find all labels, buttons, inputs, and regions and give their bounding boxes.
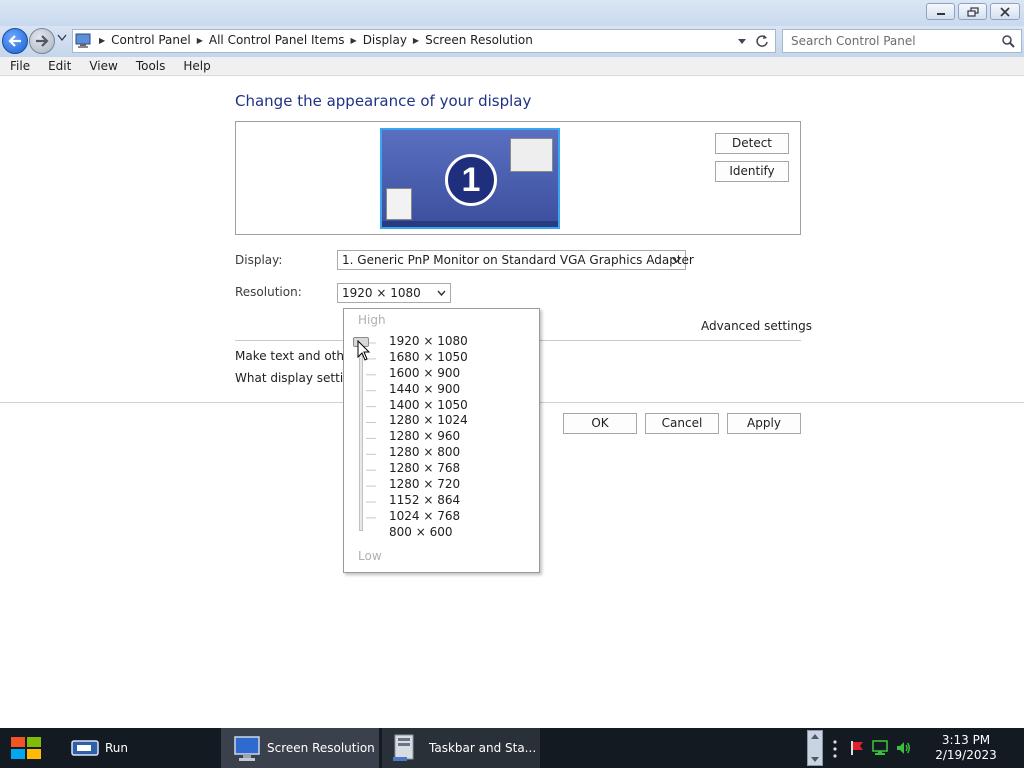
menu-tools[interactable]: Tools [126, 59, 174, 73]
breadcrumb-control-panel[interactable]: Control Panel [111, 33, 191, 47]
address-box[interactable]: ▶ Control Panel ▶ All Control Panel Item… [72, 29, 776, 53]
page-title: Change the appearance of your display [235, 92, 532, 110]
resolution-slider-track[interactable] [359, 341, 363, 531]
chevron-down-icon [437, 290, 446, 297]
clock-time: 3:13 PM [941, 733, 991, 747]
monitor-number: 1 [445, 154, 497, 206]
cancel-button[interactable]: Cancel [645, 413, 719, 434]
taskbar-item-label: Run [105, 741, 129, 755]
breadcrumb-all-items[interactable]: All Control Panel Items [209, 33, 345, 47]
slider-ticks [366, 342, 376, 519]
breadcrumb-separator-icon[interactable]: ▶ [351, 36, 357, 45]
breadcrumb-display[interactable]: Display [363, 33, 407, 47]
close-button[interactable] [990, 3, 1020, 20]
display-select-value: 1. Generic PnP Monitor on Standard VGA G… [342, 253, 694, 267]
taskbar-item-label: Taskbar and Sta... [429, 741, 537, 755]
clock-date: 2/19/2023 [935, 748, 997, 762]
minimize-icon [936, 12, 945, 15]
control-panel-icon [75, 33, 91, 48]
close-icon [1000, 6, 1010, 17]
scroll-arrows-icon [811, 734, 819, 762]
address-dropdown-icon[interactable] [737, 38, 747, 46]
menu-bar: File Edit View Tools Help [0, 57, 1024, 76]
action-center-flag-icon[interactable] [849, 740, 865, 756]
refresh-icon[interactable] [755, 34, 769, 48]
monitor-taskbar-strip [382, 221, 558, 227]
resolution-option[interactable]: 1152 × 864 [389, 493, 468, 509]
resolution-select[interactable]: 1920 × 1080 [337, 283, 451, 303]
resolution-option[interactable]: 1600 × 900 [389, 366, 468, 382]
taskbar: Run Screen Resolution Taskbar and Sta... [0, 728, 1024, 768]
resolution-option[interactable]: 1280 × 768 [389, 461, 468, 477]
forward-arrow-icon [36, 35, 49, 47]
navigation-bar: ▶ Control Panel ▶ All Control Panel Item… [0, 26, 1024, 57]
back-arrow-icon [8, 35, 21, 47]
resolution-option[interactable]: 1024 × 768 [389, 509, 468, 525]
monitor-arrangement-panel: 1 Detect Identify [235, 121, 801, 235]
text-size-link[interactable]: Make text and othe [235, 349, 351, 363]
resolution-select-value: 1920 × 1080 [342, 286, 421, 300]
minimize-button[interactable] [926, 3, 955, 20]
menu-file[interactable]: File [0, 59, 38, 73]
detect-button[interactable]: Detect [715, 133, 789, 154]
tray-overflow-icon[interactable] [832, 740, 838, 758]
ok-button[interactable]: OK [563, 413, 637, 434]
resolution-option[interactable]: 1440 × 900 [389, 382, 468, 398]
taskbar-item-label: Screen Resolution [267, 741, 375, 755]
window-thumbnail-icon [386, 188, 412, 220]
chevron-down-icon [672, 257, 681, 264]
resolution-option[interactable]: 1280 × 800 [389, 445, 468, 461]
title-bar [0, 0, 1024, 26]
resolution-option[interactable]: 1280 × 960 [389, 429, 468, 445]
menu-view[interactable]: View [79, 59, 125, 73]
back-button[interactable] [2, 28, 28, 54]
menu-help[interactable]: Help [173, 59, 218, 73]
mouse-cursor-icon [357, 340, 371, 361]
window-thumbnail-icon [510, 138, 553, 172]
volume-icon[interactable] [895, 740, 911, 756]
resolution-option[interactable]: 1680 × 1050 [389, 350, 468, 366]
taskbar-scroll-control[interactable] [807, 730, 823, 766]
slider-low-label: Low [358, 549, 382, 563]
monitor-1-preview[interactable]: 1 [380, 128, 560, 229]
forward-button[interactable] [29, 28, 55, 54]
restore-icon [966, 6, 979, 17]
menu-edit[interactable]: Edit [38, 59, 79, 73]
system-tray [849, 740, 911, 756]
resolution-option[interactable]: 1280 × 720 [389, 477, 468, 493]
display-settings-help-link[interactable]: What display settin [235, 371, 351, 385]
clock[interactable]: 3:13 PM 2/19/2023 [930, 733, 1002, 763]
apply-button[interactable]: Apply [727, 413, 801, 434]
breadcrumb-separator-icon: ▶ [99, 35, 106, 45]
resolution-option[interactable]: 1400 × 1050 [389, 398, 468, 414]
run-icon [71, 740, 99, 756]
resolution-label: Resolution: [235, 285, 302, 299]
breadcrumb: ▶ Control Panel ▶ All Control Panel Item… [99, 33, 533, 47]
slider-high-label: High [358, 313, 386, 327]
taskbar-item-taskbar-properties[interactable]: Taskbar and Sta... [382, 728, 540, 768]
display-select[interactable]: 1. Generic PnP Monitor on Standard VGA G… [337, 250, 694, 270]
taskbar-item-screen-resolution[interactable]: Screen Resolution [221, 728, 379, 768]
breadcrumb-separator-icon[interactable]: ▶ [413, 36, 419, 45]
search-icon[interactable] [1001, 34, 1015, 48]
network-icon[interactable] [871, 740, 889, 756]
display-label: Display: [235, 253, 283, 267]
resolution-options-list: 1920 × 1080 1680 × 1050 1600 × 900 1440 … [389, 334, 468, 541]
resolution-option[interactable]: 1280 × 1024 [389, 413, 468, 429]
breadcrumb-screen-resolution[interactable]: Screen Resolution [425, 33, 533, 47]
resolution-option[interactable]: 1920 × 1080 [389, 334, 468, 350]
recent-pages-dropdown-icon[interactable] [57, 34, 67, 42]
identify-button[interactable]: Identify [715, 161, 789, 182]
breadcrumb-separator-icon[interactable]: ▶ [197, 36, 203, 45]
taskbar-item-run[interactable]: Run [60, 728, 218, 768]
search-placeholder: Search Control Panel [791, 34, 916, 48]
restore-button[interactable] [958, 3, 987, 20]
search-box[interactable]: Search Control Panel [782, 29, 1022, 53]
advanced-settings-link[interactable]: Advanced settings [701, 319, 812, 333]
start-button-windows-icon[interactable] [8, 733, 44, 763]
taskbar-properties-icon [393, 734, 414, 761]
resolution-option[interactable]: 800 × 600 [389, 525, 468, 541]
resolution-dropdown: High 1920 × 1080 1680 × 1050 1600 × 900 … [343, 308, 540, 573]
screen-resolution-icon [234, 736, 260, 761]
